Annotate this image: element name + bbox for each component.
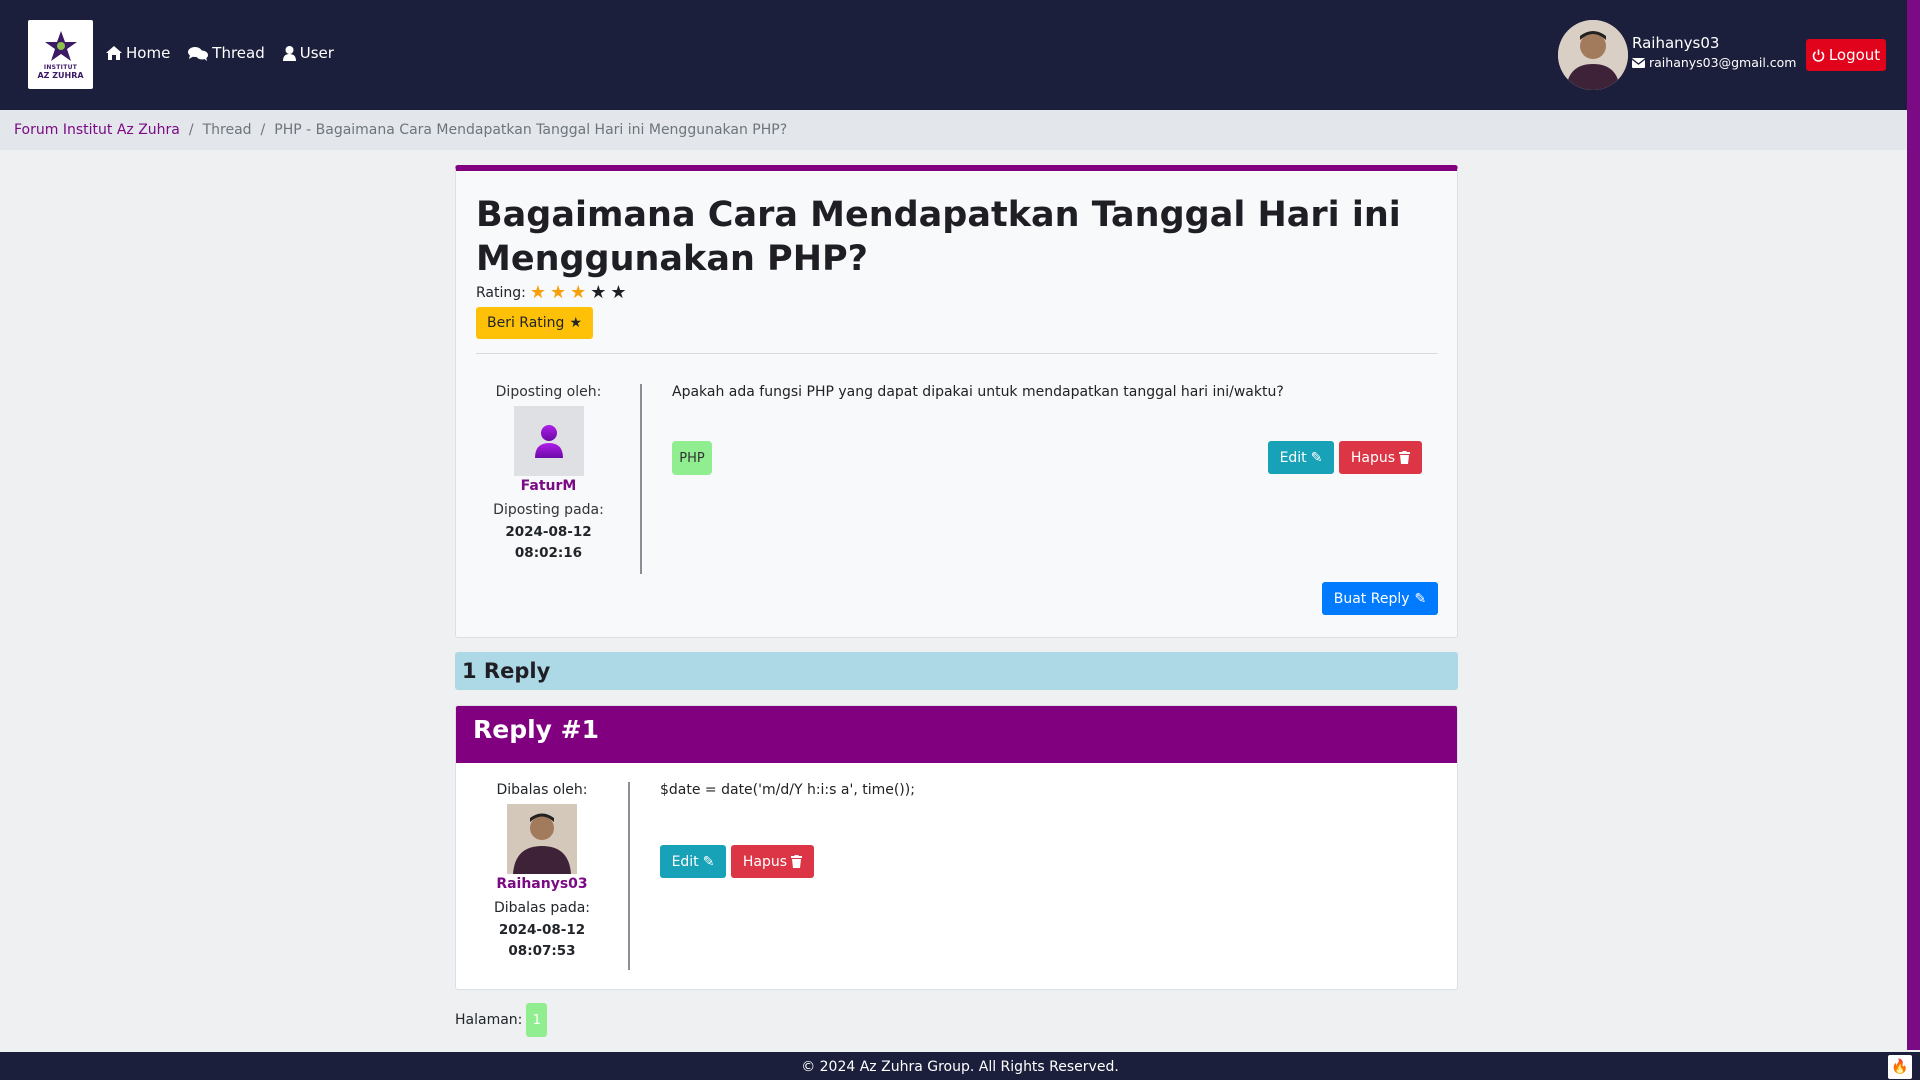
create-reply-label: Buat Reply — [1333, 590, 1410, 607]
tag-badge[interactable]: PHP — [672, 441, 712, 475]
reply-count: 1 Reply — [455, 652, 1458, 690]
breadcrumb: Forum Institut Az Zuhra / Thread / PHP -… — [0, 110, 1907, 150]
breadcrumb-section[interactable]: Thread — [203, 122, 252, 138]
delete-label: Hapus — [1350, 449, 1396, 466]
rate-button[interactable]: Beri Rating ★ — [476, 307, 593, 339]
breadcrumb-root[interactable]: Forum Institut Az Zuhra — [14, 122, 180, 138]
rate-button-label: Beri Rating — [486, 315, 565, 331]
nav-home[interactable]: Home — [106, 44, 170, 62]
logout-label: Logout — [1828, 46, 1881, 64]
reply-header: Reply #1 — [456, 706, 1457, 763]
trash-icon — [791, 855, 803, 868]
pencil-icon: ✎ — [1310, 449, 1323, 466]
nav-links: Home Thread User — [106, 44, 334, 62]
star-logo-icon — [44, 31, 77, 61]
user-name: Raihanys03 — [1632, 34, 1720, 52]
user-email-row: raihanys03@gmail.com — [1632, 55, 1796, 70]
logo-line2: AZ ZUHRA — [37, 71, 84, 80]
edit-label: Edit — [1279, 449, 1307, 466]
home-icon — [106, 46, 122, 60]
breadcrumb-separator: / — [260, 122, 266, 138]
create-reply-button[interactable]: Buat Reply ✎ — [1322, 582, 1438, 615]
pencil-icon: ✎ — [702, 853, 715, 870]
breadcrumb-current: PHP - Bagaimana Cara Mendapatkan Tanggal… — [274, 122, 788, 138]
flame-icon[interactable]: 🔥 — [1888, 1055, 1912, 1079]
reply-author-name[interactable]: Raihanys03 — [476, 876, 608, 892]
edit-reply-button[interactable]: Edit ✎ — [660, 845, 726, 878]
edit-thread-button[interactable]: Edit ✎ — [1268, 441, 1334, 474]
star-filled-icon: ★ — [550, 282, 567, 303]
reply-author-avatar — [507, 804, 577, 874]
user-email: raihanys03@gmail.com — [1649, 55, 1797, 70]
replied-time: 08:07:53 — [508, 943, 576, 959]
power-icon — [1812, 49, 1825, 62]
rating-label: Rating: — [476, 285, 526, 301]
replied-by-label: Dibalas oleh: — [496, 782, 588, 798]
star-icon: ★ — [569, 315, 582, 331]
user-photo-icon — [1558, 20, 1628, 90]
envelope-icon — [1632, 57, 1645, 68]
posted-at-label: Diposting pada: — [493, 502, 604, 518]
replied-at-label: Dibalas pada: — [494, 900, 590, 916]
rating-row: Rating: ★ ★ ★ ★ ★ — [476, 284, 627, 302]
pagination-label: Halaman: — [455, 1012, 523, 1028]
posted-by-label: Diposting oleh: — [495, 384, 602, 400]
nav-thread[interactable]: Thread — [188, 44, 265, 62]
nav-thread-label: Thread — [212, 44, 265, 62]
user-icon — [282, 45, 296, 61]
brand-logo[interactable]: INSTITUT AZ ZUHRA — [28, 20, 93, 89]
star-empty-icon: ★ — [590, 282, 607, 303]
footer: © 2024 Az Zuhra Group. All Rights Reserv… — [0, 1052, 1920, 1080]
thread-card: Bagaimana Cara Mendapatkan Tanggal Hari … — [455, 165, 1458, 638]
posted-date-time: 2024-08-12 08:02:16 — [476, 522, 621, 564]
reply-card: Reply #1 Dibalas oleh: Raihanys03 Dibala… — [455, 705, 1458, 990]
scrollbar[interactable] — [1907, 0, 1920, 1050]
pagination: Halaman: 1 — [455, 1003, 548, 1037]
posted-time: 08:02:16 — [514, 545, 583, 561]
posted-date: 2024-08-12 — [505, 524, 592, 540]
author-name[interactable]: FaturM — [476, 478, 621, 494]
navbar: INSTITUT AZ ZUHRA Home Thread User Raiha… — [0, 0, 1920, 110]
breadcrumb-separator: / — [188, 122, 194, 138]
star-filled-icon: ★ — [529, 282, 546, 303]
nav-home-label: Home — [126, 44, 171, 62]
pencil-icon: ✎ — [1414, 590, 1427, 607]
user-info: Raihanys03 raihanys03@gmail.com — [1632, 34, 1796, 70]
user-avatar-icon — [534, 425, 563, 458]
nav-user[interactable]: User — [282, 44, 334, 62]
comments-icon — [188, 46, 209, 61]
replied-date: 2024-08-12 — [498, 922, 586, 938]
author-avatar — [513, 406, 584, 476]
trash-icon — [1399, 451, 1411, 464]
user-avatar[interactable] — [1558, 20, 1628, 90]
reply-author: Dibalas oleh: Raihanys03 Dibalas pada: 2… — [476, 782, 608, 962]
delete-reply-button[interactable]: Hapus — [731, 845, 814, 878]
thread-body: Apakah ada fungsi PHP yang dapat dipakai… — [672, 384, 1284, 400]
delete-label: Hapus — [742, 853, 788, 870]
vertical-divider — [628, 782, 630, 970]
logo-line1: INSTITUT — [43, 64, 78, 71]
nav-user-label: User — [299, 44, 334, 62]
divider — [476, 353, 1438, 354]
logout-button[interactable]: Logout — [1806, 39, 1886, 71]
star-empty-icon: ★ — [610, 282, 627, 303]
delete-thread-button[interactable]: Hapus — [1339, 441, 1422, 474]
vertical-divider — [640, 384, 642, 574]
page-number[interactable]: 1 — [526, 1003, 548, 1037]
star-filled-icon: ★ — [570, 282, 587, 303]
replied-date-time: 2024-08-12 08:07:53 — [476, 920, 608, 962]
user-photo-icon — [507, 804, 577, 874]
edit-label: Edit — [671, 853, 699, 870]
thread-title: Bagaimana Cara Mendapatkan Tanggal Hari … — [476, 195, 1401, 279]
thread-author: Diposting oleh: FaturM Diposting pada: 2… — [476, 384, 621, 564]
reply-body: $date = date('m/d/Y h:i:s a', time()); — [660, 782, 915, 798]
